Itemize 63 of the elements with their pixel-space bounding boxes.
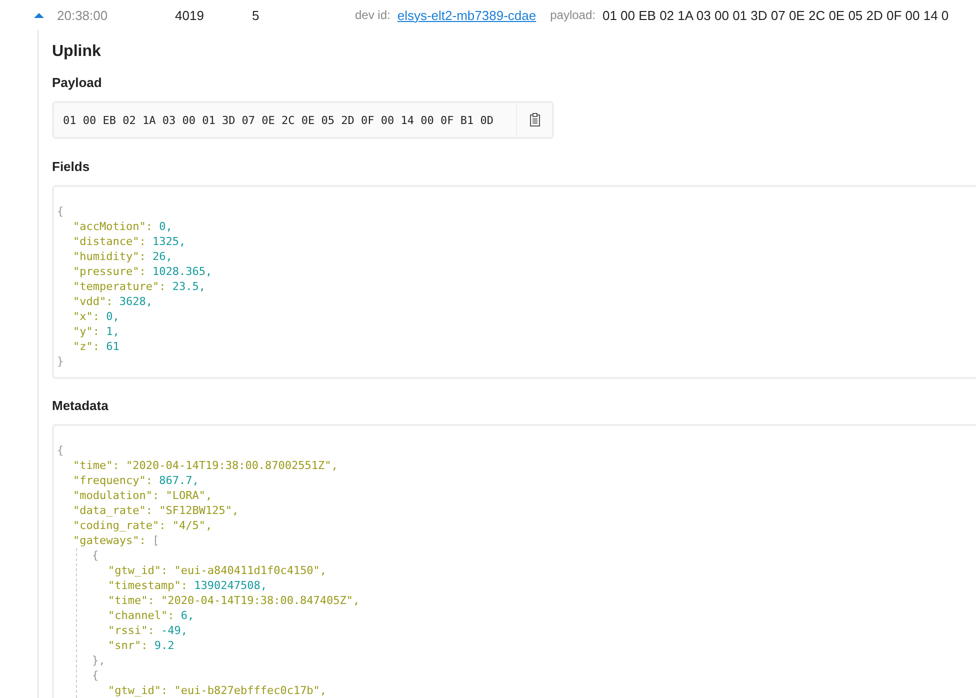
json-value: 867.7,: [159, 474, 199, 487]
json-key: "time":: [108, 594, 154, 607]
close-bracket: },: [92, 654, 106, 667]
json-key: "gateways":: [73, 534, 146, 547]
section-title: Payload: [52, 75, 102, 90]
section-title: Metadata: [52, 398, 108, 413]
json-key: "rssi":: [108, 624, 154, 637]
json-key: "time":: [73, 459, 120, 472]
json-value: "LORA",: [166, 489, 212, 502]
section-title: Fields: [52, 159, 90, 174]
json-key: "distance":: [73, 235, 146, 248]
json-key: "channel":: [108, 609, 174, 622]
json-key: "temperature":: [73, 280, 166, 293]
json-key: "y":: [73, 325, 100, 338]
json-key: "x":: [73, 310, 100, 323]
json-key: "z":: [73, 340, 100, 353]
json-value: 0,: [106, 310, 120, 323]
json-value: 23.5,: [172, 280, 206, 293]
json-value: 9.2: [154, 639, 174, 652]
json-value: 61: [106, 340, 120, 353]
json-key: "snr":: [108, 639, 148, 652]
json-key: "gtw_id":: [108, 564, 168, 577]
json-value: 1,: [106, 325, 120, 338]
json-value: "eui-a840411d1f0c4150",: [174, 564, 327, 577]
json-value: 1325,: [152, 235, 186, 248]
json-key: "modulation":: [73, 489, 160, 502]
open-bracket: {: [57, 444, 64, 457]
open-bracket: {: [92, 669, 99, 682]
port-number: 5: [252, 8, 260, 22]
json-key: "coding_rate":: [73, 519, 166, 532]
json-key: "humidity":: [73, 250, 146, 263]
json-value: 1390247508,: [194, 579, 267, 592]
json-value: "2020-04-14T19:38:00.87002551Z",: [126, 459, 338, 472]
frame-counter: 4019: [175, 8, 205, 22]
json-value: -49,: [160, 624, 188, 637]
json-key: "timestamp":: [108, 579, 188, 592]
json-value: "4/5",: [172, 519, 212, 532]
event-time: 20:38:00: [57, 8, 109, 22]
json-key: "vdd":: [73, 295, 113, 308]
json-key: "accMotion":: [73, 220, 152, 233]
json-value: 0,: [159, 220, 172, 233]
open-bracket: {: [57, 205, 64, 218]
payload-label: payload:: [550, 8, 596, 22]
open-bracket: [: [152, 534, 160, 547]
json-value: 3628,: [119, 295, 152, 308]
json-key: "gtw_id":: [108, 684, 168, 697]
payload-preview: 01 00 EB 02 1A 03 00 01 3D 07 0E 2C 0E 05 2D 0F 00 14 0: [602, 8, 949, 22]
json-key: "data_rate":: [73, 504, 152, 517]
payload-field[interactable]: 01 00 EB 02 1A 03 00 01 3D 07 0E 2C 0E 05 2D 0F 00 14 00 0F B1 0D: [52, 101, 554, 139]
close-bracket: }: [57, 355, 64, 368]
json-key: "frequency":: [73, 474, 152, 487]
json-value: "SF12BW125",: [159, 504, 239, 517]
json-value: "eui-b827ebfffec0c17b",: [174, 684, 327, 697]
json-value: "2020-04-14T19:38:00.847405Z",: [160, 594, 360, 607]
dev-id-label: dev id:: [355, 8, 390, 22]
json-value: 6,: [180, 609, 194, 622]
json-key: "pressure":: [73, 265, 146, 278]
json-value: 1028.365,: [152, 265, 212, 278]
caret-icon[interactable]: [33, 11, 45, 19]
json-value: 26,: [152, 250, 172, 263]
device-link[interactable]: elsys-elt2-mb7389-cdae: [397, 8, 536, 22]
open-bracket: {: [92, 549, 99, 562]
uplink-title: Uplink: [52, 43, 101, 61]
